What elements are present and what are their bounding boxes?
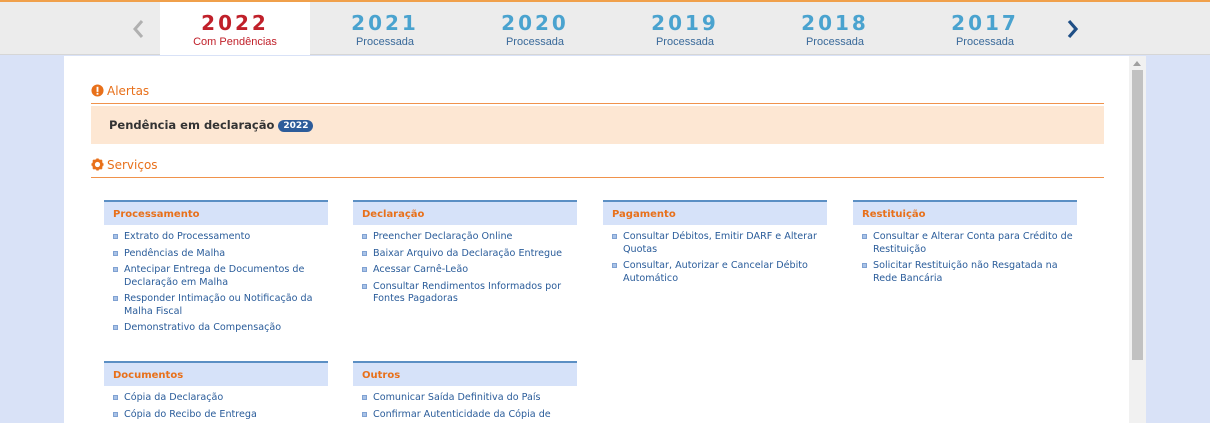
link-debito-automatico[interactable]: Consultar, Autorizar e Cancelar Débito A… <box>611 260 827 285</box>
alerts-heading: Alertas <box>91 84 1104 104</box>
alert-pending-declaration[interactable]: Pendência em declaração 2022 <box>91 106 1104 144</box>
card-restituicao: Restituição Consultar e Alterar Conta pa… <box>853 200 1077 289</box>
year-number: 2019 <box>651 11 719 35</box>
link-copia-declaracao[interactable]: Cópia da Declaração <box>112 392 328 405</box>
year-number: 2017 <box>951 11 1019 35</box>
link-copia-recibo[interactable]: Cópia do Recibo de Entrega <box>112 409 328 422</box>
gear-icon <box>91 158 104 171</box>
card-links: Cópia da Declaração Cópia do Recibo de E… <box>104 392 328 421</box>
link-saida-definitiva[interactable]: Comunicar Saída Definitiva do País <box>361 392 577 405</box>
scroll-thumb[interactable] <box>1132 70 1143 360</box>
link-consultar-debitos[interactable]: Consultar Débitos, Emitir DARF e Alterar… <box>611 231 827 256</box>
card-title: Pagamento <box>603 200 827 225</box>
year-number: 2020 <box>501 11 569 35</box>
year-status: Processada <box>655 36 715 48</box>
year-number: 2021 <box>351 11 419 35</box>
link-autenticidade-copia[interactable]: Confirmar Autenticidade da Cópia de <box>361 409 577 422</box>
link-alterar-conta[interactable]: Consultar e Alterar Conta para Crédito d… <box>861 231 1077 256</box>
link-antecipar-entrega[interactable]: Antecipar Entrega de Documentos de Decla… <box>112 264 328 289</box>
alert-row: Pendência em declaração 2022 <box>109 118 314 132</box>
services-heading: Serviços <box>91 158 1104 178</box>
card-links: Consultar e Alterar Conta para Crédito d… <box>853 231 1077 285</box>
services-title: Serviços <box>107 158 158 172</box>
vertical-scrollbar[interactable] <box>1129 56 1146 423</box>
card-outros: Outros Comunicar Saída Definitiva do Paí… <box>353 361 577 423</box>
year-number: 2022 <box>201 11 269 35</box>
card-processamento: Processamento Extrato do Processamento P… <box>104 200 328 339</box>
year-status: Processada <box>355 36 415 48</box>
link-demonstrativo-compensacao[interactable]: Demonstrativo da Compensação <box>112 322 328 335</box>
card-declaracao: Declaração Preencher Declaração Online B… <box>353 200 577 310</box>
card-documentos: Documentos Cópia da Declaração Cópia do … <box>104 361 328 423</box>
alert-icon <box>91 84 104 97</box>
next-year-button[interactable] <box>1053 2 1093 55</box>
year-tab-2017[interactable]: 2017 Processada <box>910 2 1060 55</box>
chevron-right-icon <box>1067 19 1079 38</box>
alert-year-badge: 2022 <box>278 120 314 132</box>
year-status: Com Pendências <box>193 36 277 48</box>
link-preencher-declaracao[interactable]: Preencher Declaração Online <box>361 231 577 244</box>
scroll-up-arrow[interactable] <box>1133 61 1141 66</box>
year-tab-2022[interactable]: 2022 Com Pendências <box>160 2 310 55</box>
card-links: Comunicar Saída Definitiva do País Confi… <box>353 392 577 421</box>
year-tab-2018[interactable]: 2018 Processada <box>760 2 910 55</box>
card-links: Extrato do Processamento Pendências de M… <box>104 231 328 335</box>
year-tab-2021[interactable]: 2021 Processada <box>310 2 460 55</box>
card-title: Documentos <box>104 361 328 386</box>
year-status: Processada <box>805 36 865 48</box>
link-consultar-rendimentos[interactable]: Consultar Rendimentos Informados por Fon… <box>361 281 577 306</box>
card-title: Restituição <box>853 200 1077 225</box>
card-links: Consultar Débitos, Emitir DARF e Alterar… <box>603 231 827 285</box>
card-title: Processamento <box>104 200 328 225</box>
link-carne-leao[interactable]: Acessar Carnê-Leão <box>361 264 577 277</box>
link-responder-intimacao[interactable]: Responder Intimação ou Notificação da Ma… <box>112 293 328 318</box>
link-restituicao-nao-resgatada[interactable]: Solicitar Restituição não Resgatada na R… <box>861 260 1077 285</box>
previous-year-button[interactable] <box>118 2 158 55</box>
link-pendencias-malha[interactable]: Pendências de Malha <box>112 248 328 261</box>
alert-text: Pendência em declaração <box>109 118 275 132</box>
year-number: 2018 <box>801 11 869 35</box>
card-pagamento: Pagamento Consultar Débitos, Emitir DARF… <box>603 200 827 289</box>
main-panel: Alertas Pendência em declaração 2022 Serv… <box>64 56 1130 423</box>
year-navigation: 2022 Com Pendências 2021 Processada 2020… <box>0 0 1210 55</box>
year-tab-2020[interactable]: 2020 Processada <box>460 2 610 55</box>
chevron-left-icon <box>133 19 144 38</box>
link-baixar-arquivo[interactable]: Baixar Arquivo da Declaração Entregue <box>361 248 577 261</box>
year-status: Processada <box>505 36 565 48</box>
year-status: Processada <box>955 36 1015 48</box>
card-links: Preencher Declaração Online Baixar Arqui… <box>353 231 577 306</box>
year-tab-2019[interactable]: 2019 Processada <box>610 2 760 55</box>
link-extrato-processamento[interactable]: Extrato do Processamento <box>112 231 328 244</box>
alerts-title: Alertas <box>107 84 150 98</box>
card-title: Outros <box>353 361 577 386</box>
card-title: Declaração <box>353 200 577 225</box>
